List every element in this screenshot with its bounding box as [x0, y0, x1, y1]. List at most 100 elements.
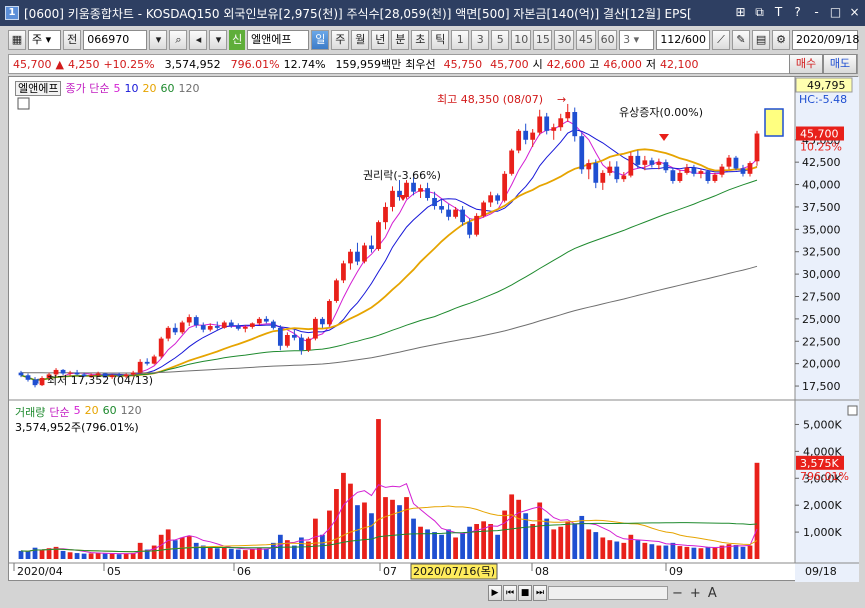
interval-10[interactable]: 10	[511, 30, 531, 50]
interval-60[interactable]: 60	[597, 30, 618, 50]
stock-code-input[interactable]: 066970	[83, 30, 148, 50]
candle-body	[698, 171, 704, 174]
volume-bar	[754, 462, 760, 559]
candle-body	[383, 206, 388, 223]
interval-3[interactable]: 3	[471, 30, 490, 50]
candle-body	[726, 157, 732, 167]
volume-close-icon	[847, 405, 858, 416]
volume-bar	[32, 547, 38, 559]
volume-bar	[544, 518, 550, 559]
sell-button[interactable]: 매도	[823, 54, 857, 74]
volume-bar	[593, 532, 599, 559]
volume-bar	[586, 529, 592, 559]
date-cursor-label: 2020/07/16(목)	[413, 565, 495, 578]
tag-hc-label: HC:-5.48	[799, 93, 847, 106]
volume-bar	[95, 552, 101, 559]
tab-minute[interactable]: 분	[391, 30, 410, 50]
scroll-left-icon[interactable]: ▶	[488, 585, 502, 601]
interval-45[interactable]: 45	[576, 30, 596, 50]
candle-body	[60, 369, 66, 374]
zoom-out-button[interactable]: −	[669, 586, 686, 601]
price-axis-label: 40,000	[802, 179, 841, 192]
zoom-in-button[interactable]: +	[687, 586, 704, 601]
candle-body	[207, 326, 213, 330]
line-tool-icon[interactable]: ⟋	[712, 30, 731, 50]
interval-select[interactable]: 3 ▾	[619, 30, 655, 50]
candle-body	[320, 318, 325, 325]
date-field[interactable]: 2020/09/18	[792, 30, 859, 50]
stock-name-legend[interactable]: 엘앤에프	[15, 80, 62, 96]
scroll-track[interactable]	[548, 586, 668, 600]
candle-body	[684, 167, 690, 173]
candle-body	[747, 163, 753, 174]
ma-10-line	[20, 128, 758, 381]
help-icon[interactable]: ?	[789, 4, 806, 21]
volume-bar	[649, 544, 655, 559]
volume-bar	[25, 551, 31, 559]
volume-bar	[642, 542, 648, 559]
volume-bar	[102, 553, 108, 559]
prev-button[interactable]: 전	[63, 30, 82, 50]
interval-30[interactable]: 30	[554, 30, 574, 50]
market-select-label: 주	[32, 33, 43, 46]
vol-ma-120-label: 120	[120, 404, 142, 417]
interval-15[interactable]: 15	[532, 30, 553, 50]
candle-body	[432, 197, 437, 207]
volume-bar	[249, 549, 255, 559]
maximize-button[interactable]: □	[827, 4, 844, 21]
volume-bars	[18, 419, 760, 559]
interval-5[interactable]: 5	[491, 30, 510, 50]
minimize-button[interactable]: -	[808, 4, 825, 21]
scroll-stop-icon[interactable]: ■	[518, 585, 532, 601]
tab-tick[interactable]: 틱	[431, 30, 450, 50]
chart-area[interactable]: 45,00042,50040,00037,50035,00032,50030,0…	[8, 76, 859, 582]
candle-body	[439, 206, 444, 210]
tab-year[interactable]: 년	[371, 30, 390, 50]
price-moving-averages	[20, 120, 758, 382]
volume-bar	[670, 542, 676, 559]
volume-bar	[376, 419, 381, 559]
zoom-reset-button[interactable]: A	[705, 586, 720, 601]
tab-month[interactable]: 월	[351, 30, 370, 50]
volume-bar	[67, 552, 73, 559]
candle-body	[327, 300, 332, 325]
volume-bar	[565, 521, 571, 559]
data-count-field[interactable]: 112/600	[656, 30, 711, 50]
market-select[interactable]: 주 ▾	[28, 30, 62, 50]
high-price: 46,000	[603, 57, 642, 71]
tab-day[interactable]: 일	[311, 30, 330, 50]
volume-axis-label: 2,000K	[803, 499, 842, 512]
candle-body	[376, 222, 381, 250]
close-button[interactable]: ×	[846, 4, 863, 21]
volume-bar	[362, 502, 367, 559]
tab-week[interactable]: 주	[331, 30, 350, 50]
window-controls: ⊞ ⧉ T ? - □ ×	[732, 4, 863, 21]
scroll-last-icon[interactable]: ⏭	[533, 585, 547, 601]
volume-bar	[488, 524, 494, 559]
save-icon[interactable]: ▤	[752, 30, 771, 50]
annotations: 최고 48,350 (08/07) → ◂ 최저 17,352 (04/13) 권리락(…	[33, 93, 784, 387]
low-annotation: 최저 17,352 (04/13)	[47, 374, 153, 387]
tab-second[interactable]: 초	[411, 30, 430, 50]
candle-body	[460, 209, 465, 223]
cascade-icon[interactable]: ⧉	[751, 4, 768, 21]
indicator-tool-icon[interactable]: ✎	[732, 30, 751, 50]
interval-1[interactable]: 1	[451, 30, 470, 50]
candle-body	[719, 166, 725, 175]
chart-canvas[interactable]: 45,00042,50040,00037,50035,00032,50030,0…	[9, 77, 859, 582]
volume-bar	[320, 534, 325, 559]
candle-body	[691, 167, 697, 174]
nav-icon[interactable]: ▾	[209, 30, 228, 50]
grid-icon[interactable]: ▦	[8, 30, 26, 50]
candle-body	[586, 163, 592, 170]
tile-icon[interactable]: ⊞	[732, 4, 749, 21]
gear-icon[interactable]: ⚙	[772, 30, 791, 50]
text-icon[interactable]: T	[770, 4, 787, 21]
code-dropdown-icon[interactable]: ▾	[149, 30, 168, 50]
speaker-icon[interactable]: ◂	[189, 30, 208, 50]
buy-button[interactable]: 매수	[789, 54, 823, 74]
scroll-first-icon[interactable]: ⏮	[503, 585, 517, 601]
volume-bar	[341, 472, 346, 559]
candle-body	[509, 150, 515, 174]
search-icon[interactable]: ⌕	[169, 30, 188, 50]
